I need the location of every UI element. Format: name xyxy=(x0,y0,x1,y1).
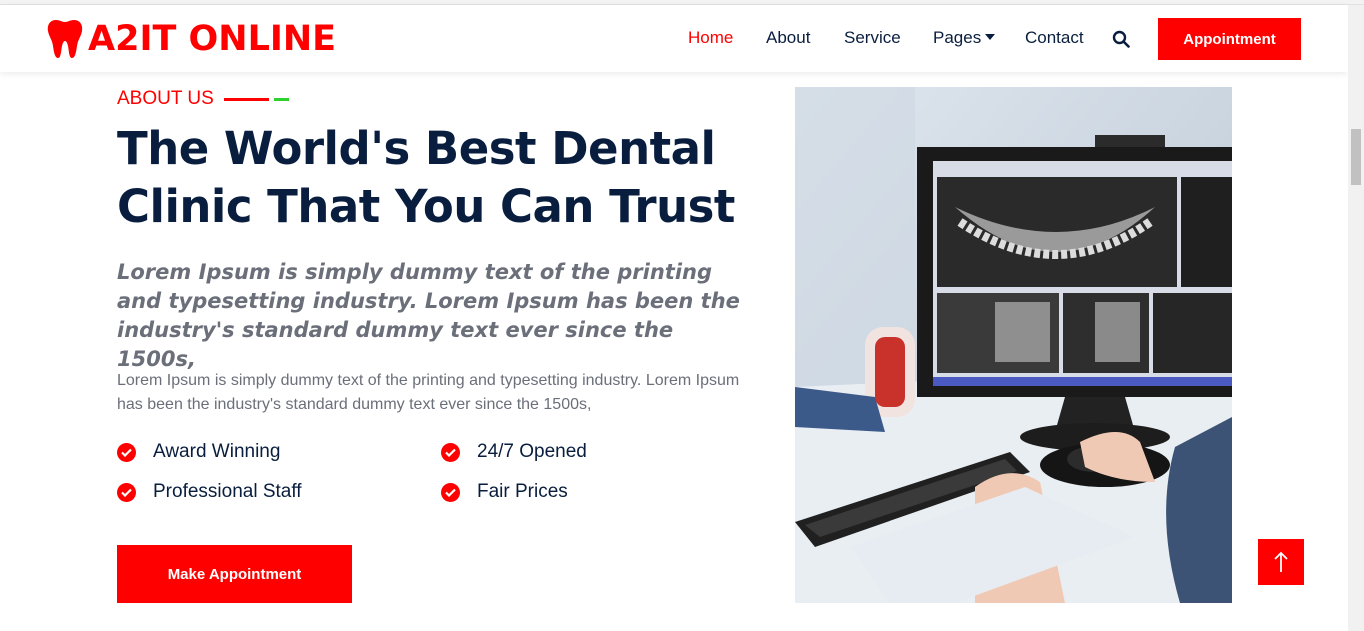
arrow-up-icon xyxy=(1274,551,1288,572)
section-label: ABOUT US xyxy=(117,87,289,111)
page-scrollbar[interactable] xyxy=(1348,5,1364,631)
search-icon[interactable] xyxy=(1112,30,1130,48)
check-circle-icon xyxy=(117,482,136,502)
feature-award-winning: Award Winning xyxy=(117,441,280,463)
title-line-2: Clinic That You Can Trust xyxy=(117,180,735,233)
divider-green xyxy=(273,97,289,101)
nav-service[interactable]: Service xyxy=(844,27,901,49)
nav-pages-label: Pages xyxy=(933,28,982,47)
brand-name: A2IT ONLINE xyxy=(88,19,337,59)
photo-illustration xyxy=(795,87,1232,603)
brand-logo[interactable]: A2IT ONLINE xyxy=(47,17,336,61)
appointment-button[interactable]: Appointment xyxy=(1158,18,1301,60)
make-appointment-button[interactable]: Make Appointment xyxy=(117,545,352,603)
feature-label: Fair Prices xyxy=(477,481,568,502)
nav-about[interactable]: About xyxy=(766,27,810,49)
feature-label: Professional Staff xyxy=(153,481,302,502)
check-circle-icon xyxy=(441,482,460,502)
lead-paragraph: Lorem Ipsum is simply dummy text of the … xyxy=(117,260,740,371)
caret-down-icon xyxy=(985,34,996,40)
page-title: The World's Best Dental Clinic That You … xyxy=(117,120,757,236)
tooth-icon xyxy=(47,20,83,58)
scrollbar-thumb[interactable] xyxy=(1351,129,1361,185)
check-circle-icon xyxy=(117,442,136,462)
feature-professional-staff: Professional Staff xyxy=(117,481,302,503)
nav-contact[interactable]: Contact xyxy=(1025,27,1084,49)
navbar: A2IT ONLINE Home About Service Pages Con… xyxy=(0,5,1348,72)
feature-24-7-opened: 24/7 Opened xyxy=(441,441,587,463)
feature-fair-prices: Fair Prices xyxy=(441,481,568,503)
scroll-to-top-button[interactable] xyxy=(1258,539,1304,585)
body-paragraph: Lorem Ipsum is simply dummy text of the … xyxy=(117,372,740,413)
nav-home[interactable]: Home xyxy=(688,27,733,49)
title-line-1: The World's Best Dental xyxy=(117,122,716,175)
divider-red xyxy=(223,97,269,101)
nav-pages[interactable]: Pages xyxy=(933,27,996,49)
dentist-xray-photo xyxy=(795,87,1232,603)
section-label-text: ABOUT US xyxy=(117,88,214,109)
feature-label: Award Winning xyxy=(153,441,281,462)
check-circle-icon xyxy=(441,442,460,462)
feature-label: 24/7 Opened xyxy=(477,441,587,462)
